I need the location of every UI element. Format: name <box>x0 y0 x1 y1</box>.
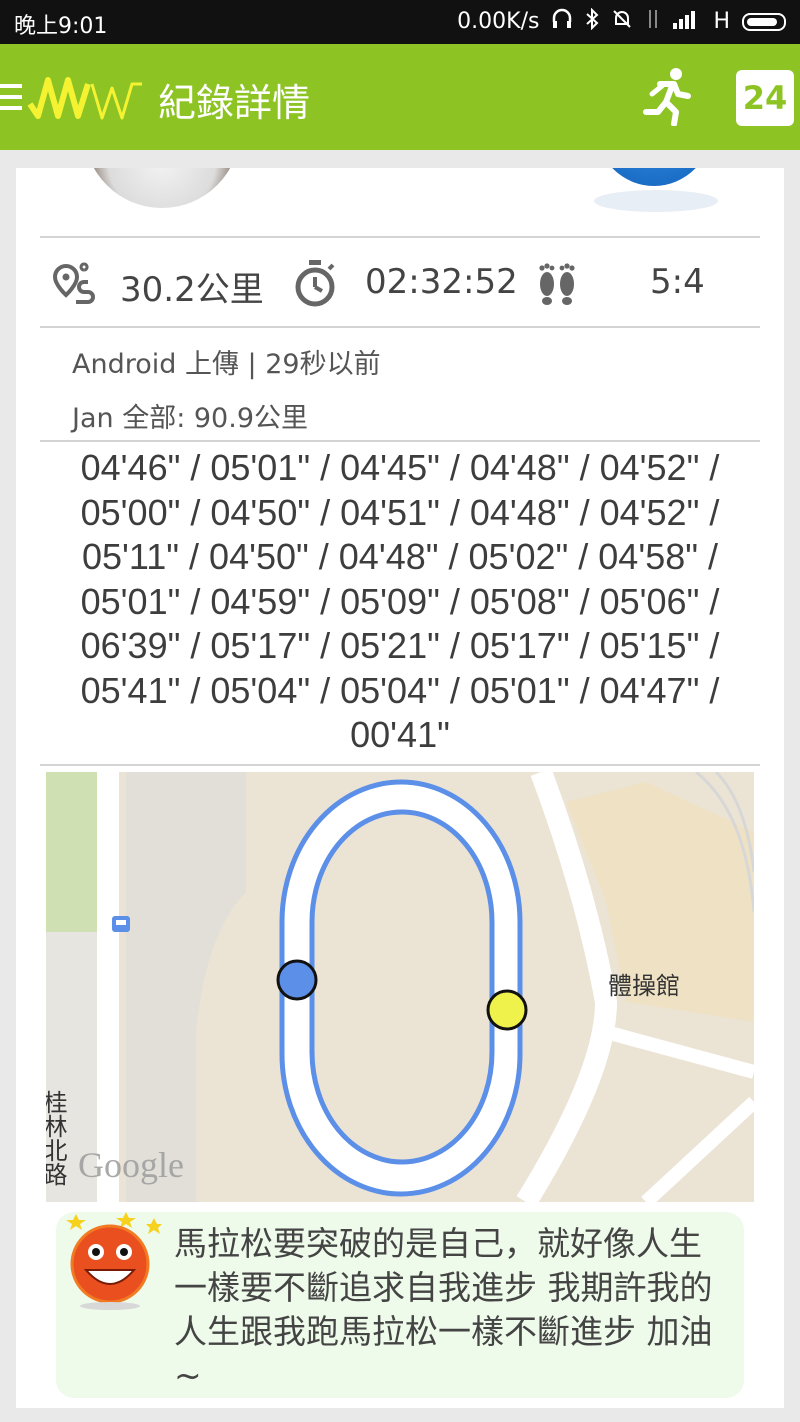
map-attribution: Google <box>78 1145 184 1185</box>
route-map[interactable]: 體操館 桂林北路 Google <box>46 772 754 1202</box>
network-type: H <box>713 9 730 34</box>
motivation-quote: 馬拉松要突破的是自己，就好像人生一樣要不斷追求自我進步 我期許我的人生跟我跑馬拉… <box>56 1212 744 1398</box>
monthly-total: Jan 全部: 90.9公里 <box>72 403 308 434</box>
smiley-icon <box>66 1212 162 1310</box>
running-icon[interactable] <box>638 66 694 126</box>
split-line: 05'41" / 05'04" / 05'04" / 05'01" / 04'4… <box>80 669 720 711</box>
battery-icon <box>742 12 786 31</box>
data-icon <box>645 8 661 35</box>
app-bar: 紀錄詳情 24 <box>0 44 800 150</box>
network-speed: 0.00K/s <box>457 9 540 34</box>
split-line: 05'01" / 04'59" / 05'09" / 05'08" / 05'0… <box>80 580 720 622</box>
menu-icon[interactable] <box>0 84 22 114</box>
end-marker[interactable] <box>486 989 528 1031</box>
divider <box>40 326 760 328</box>
map-label-road: 桂林北路 <box>46 1090 67 1186</box>
map-label-gym: 體操館 <box>608 972 680 1000</box>
opponent-avatar[interactable] <box>586 168 726 218</box>
duration-value: 02:32:52 <box>365 262 518 302</box>
signal-icon <box>673 9 701 34</box>
split-line: 04'46" / 05'01" / 04'45" / 04'48" / 04'5… <box>80 447 720 488</box>
upload-info: Android 上傳 | 29秒以前 <box>72 349 381 380</box>
steps-value: 5:4 <box>650 262 705 302</box>
mute-icon <box>611 8 633 35</box>
split-line: 05'00" / 04'50" / 04'51" / 04'48" / 04'5… <box>80 491 720 533</box>
divider <box>40 764 760 766</box>
page-title: 紀錄詳情 <box>158 81 311 125</box>
split-times: 04'46" / 05'01" / 04'45" / 04'48" / 04'5… <box>40 446 760 758</box>
quote-text: 馬拉松要突破的是自己，就好像人生一樣要不斷追求自我進步 我期許我的人生跟我跑馬拉… <box>174 1224 713 1395</box>
start-marker[interactable] <box>276 959 318 1001</box>
status-bar: 晚上9:01 0.00K/s H <box>0 0 800 44</box>
stats-row: 30.2公里 02:32:52 5:4 <box>40 240 760 324</box>
split-line: 00'41" <box>350 714 450 755</box>
status-time: 晚上9:01 <box>14 14 108 39</box>
record-card: 30.2公里 02:32:52 5:4 Android 上傳 | 29秒以前 J… <box>16 168 784 1408</box>
split-line: 06'39" / 05'17" / 05'21" / 05'17" / 05'1… <box>80 625 720 666</box>
footprints-icon <box>539 263 575 305</box>
split-line: 05'11" / 04'50" / 04'48" / 05'02" / 04'5… <box>81 536 719 577</box>
user-avatar[interactable] <box>84 168 240 208</box>
headset-icon <box>551 8 573 35</box>
bluetooth-icon <box>585 7 599 35</box>
mw-logo[interactable] <box>26 70 148 128</box>
divider <box>40 236 760 238</box>
calendar-date-button[interactable]: 24 <box>736 70 794 126</box>
stopwatch-icon <box>295 260 335 307</box>
route-distance-icon <box>52 262 95 304</box>
status-icons: 0.00K/s H <box>457 7 786 35</box>
distance-value: 30.2公里 <box>120 270 264 310</box>
divider <box>40 440 760 442</box>
